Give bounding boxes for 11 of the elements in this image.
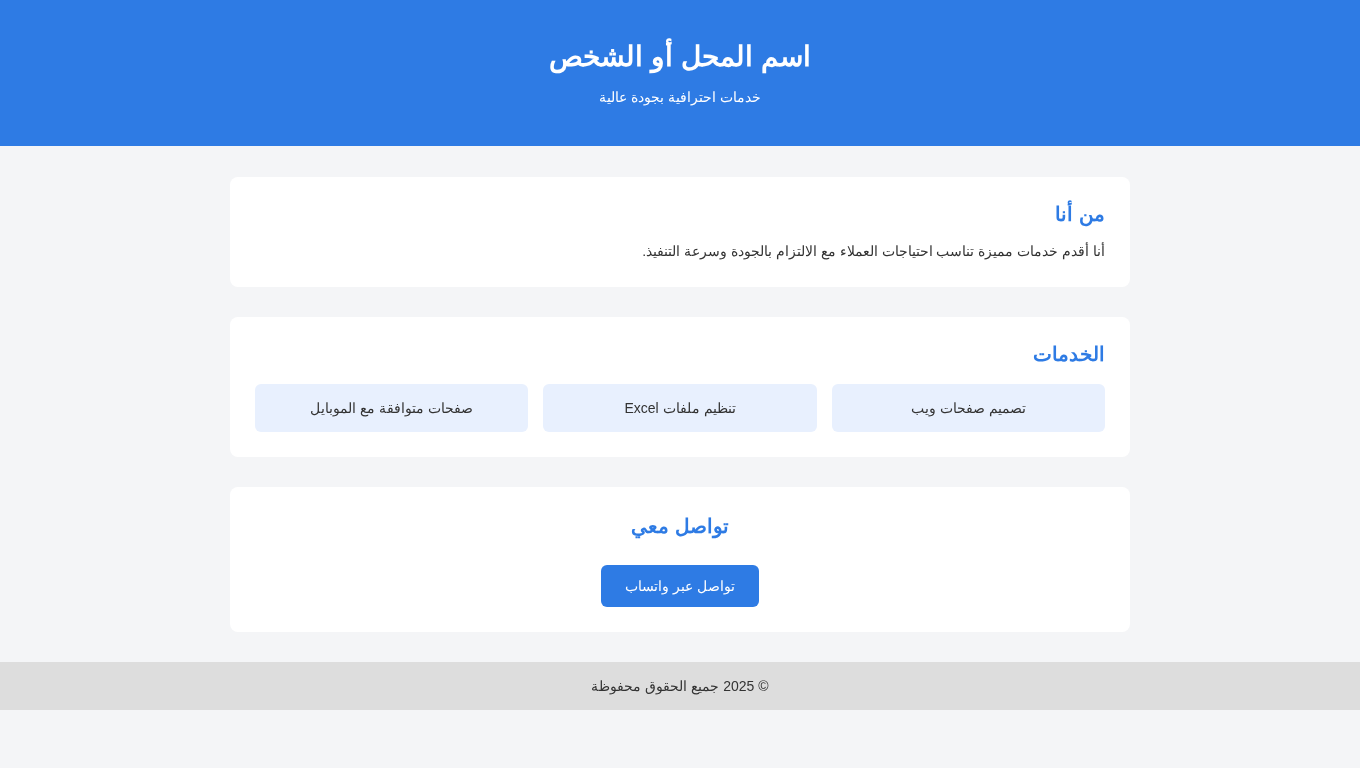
whatsapp-button[interactable]: تواصل عبر واتساب bbox=[601, 565, 759, 607]
section-heading: تواصل معي bbox=[631, 514, 729, 538]
about-text: أنا أقدم خدمات مميزة تناسب احتياجات العملاء مع الالتزام بالجودة وسرعة التنفيذ. bbox=[641, 241, 1105, 262]
section-heading: من أنا bbox=[255, 202, 1105, 226]
service-tile: صفحات متوافقة مع الموبايل bbox=[255, 384, 529, 432]
service-tile: تصميم صفحات ويب bbox=[831, 384, 1105, 432]
site-title: اسم المحل أو الشخص bbox=[549, 40, 811, 74]
section-heading: الخدمات bbox=[1032, 342, 1105, 366]
service-tile: تنظيم ملفات Excel bbox=[543, 384, 817, 432]
copyright-text: © 2025 جميع الحقوق محفوظة bbox=[591, 676, 769, 697]
site-subtitle: خدمات احترافية بجودة عالية bbox=[599, 88, 761, 107]
